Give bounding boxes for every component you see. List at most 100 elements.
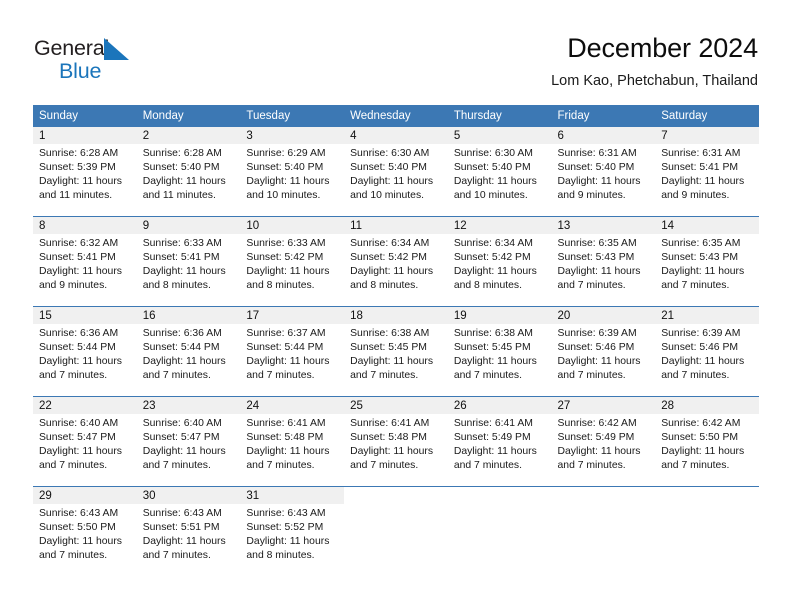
daylight-text-line2: and 9 minutes. <box>39 280 108 292</box>
daylight-text-line1: Daylight: 11 hours <box>557 176 641 188</box>
day-number: 24 <box>240 397 345 414</box>
calendar-day-cell[interactable]: 30 Sunrise: 6:43 AM Sunset: 5:51 PM Dayligh… <box>136 486 241 576</box>
sunset-text: Sunset: 5:47 PM <box>39 432 116 444</box>
daylight-text-line1: Daylight: 11 hours <box>661 446 745 458</box>
calendar-day-cell[interactable]: 9 Sunrise: 6:33 AM Sunset: 5:41 PM Daylight… <box>136 216 241 307</box>
daylight-text-line1: Daylight: 11 hours <box>39 446 122 458</box>
sunrise-text: Sunrise: 6:34 AM <box>350 238 430 249</box>
weekday-header-friday: Friday <box>551 105 656 127</box>
daylight-text-line2: and 7 minutes. <box>142 460 211 472</box>
sunrise-text: Sunrise: 6:41 AM <box>350 418 430 429</box>
weekday-header-monday: Monday <box>136 105 241 127</box>
daylight-text-line2: and 7 minutes. <box>557 280 626 292</box>
weekday-header-tuesday: Tuesday <box>240 105 345 127</box>
day-number: 26 <box>447 397 552 414</box>
daylight-text-line2: and 10 minutes. <box>453 190 528 202</box>
calendar-day-cell[interactable]: 19 Sunrise: 6:38 AM Sunset: 5:45 PM Dayligh… <box>447 306 552 397</box>
calendar-day-cell[interactable]: 4 Sunrise: 6:30 AM Sunset: 5:40 PM Daylight… <box>344 127 448 217</box>
sunset-text: Sunset: 5:43 PM <box>557 252 635 264</box>
daylight-text-line1: Daylight: 11 hours <box>246 446 330 458</box>
sunrise-text: Sunrise: 6:33 AM <box>142 238 222 249</box>
sunset-text: Sunset: 5:41 PM <box>142 252 220 264</box>
calendar-day-cell[interactable]: 25 Sunrise: 6:41 AM Sunset: 5:48 PM Dayligh… <box>344 396 448 487</box>
weekday-header-sunday: Sunday <box>33 105 137 127</box>
daylight-text-line2: and 7 minutes. <box>557 460 626 472</box>
day-number: 17 <box>240 307 345 324</box>
day-sun-info: Sunrise: 6:38 AM Sunset: 5:45 PM Daylight:… <box>448 324 552 383</box>
calendar-day-cell[interactable]: 22 Sunrise: 6:40 AM Sunset: 5:47 PM Dayligh… <box>33 396 137 487</box>
sunrise-text: Sunrise: 6:42 AM <box>557 418 637 429</box>
daylight-text-line1: Daylight: 11 hours <box>661 356 745 368</box>
sunrise-text: Sunrise: 6:42 AM <box>661 418 741 429</box>
calendar-day-cell[interactable]: 2 Sunrise: 6:28 AM Sunset: 5:40 PM Daylight… <box>136 127 241 217</box>
calendar-day-cell[interactable]: 17 Sunrise: 6:37 AM Sunset: 5:44 PM Dayligh… <box>240 306 345 397</box>
calendar-day-cell[interactable]: 26 Sunrise: 6:41 AM Sunset: 5:49 PM Dayligh… <box>447 396 552 487</box>
daylight-text-line1: Daylight: 11 hours <box>350 356 434 368</box>
sunrise-text: Sunrise: 6:37 AM <box>246 328 326 339</box>
calendar-day-cell[interactable]: 5 Sunrise: 6:30 AM Sunset: 5:40 PM Daylight… <box>447 127 552 217</box>
daylight-text-line1: Daylight: 11 hours <box>350 446 434 458</box>
day-sun-info: Sunrise: 6:41 AM Sunset: 5:48 PM Daylight:… <box>240 414 344 473</box>
calendar-day-cell[interactable]: 15 Sunrise: 6:36 AM Sunset: 5:44 PM Dayligh… <box>33 306 137 397</box>
calendar-day-cell[interactable]: 13 Sunrise: 6:35 AM Sunset: 5:43 PM Dayligh… <box>551 216 656 307</box>
daylight-text-line2: and 10 minutes. <box>246 190 321 202</box>
day-cell-inner: 30 Sunrise: 6:43 AM Sunset: 5:51 PM Dayligh… <box>136 487 241 576</box>
calendar-day-cell[interactable]: 11 Sunrise: 6:34 AM Sunset: 5:42 PM Dayligh… <box>344 216 448 307</box>
calendar-day-cell[interactable]: 7 Sunrise: 6:31 AM Sunset: 5:41 PM Daylight… <box>655 127 759 217</box>
day-cell-inner: 29 Sunrise: 6:43 AM Sunset: 5:50 PM Dayligh… <box>33 487 137 576</box>
daylight-text-line1: Daylight: 11 hours <box>246 356 330 368</box>
calendar-day-cell[interactable]: 16 Sunrise: 6:36 AM Sunset: 5:44 PM Dayligh… <box>136 306 241 397</box>
calendar-day-cell[interactable]: 31 Sunrise: 6:43 AM Sunset: 5:52 PM Dayligh… <box>240 486 345 576</box>
calendar-page: General Blue December 2024 Lom Kao, Phet… <box>0 0 792 612</box>
day-number: 1 <box>33 127 137 144</box>
calendar-day-cell[interactable]: 18 Sunrise: 6:38 AM Sunset: 5:45 PM Dayligh… <box>344 306 448 397</box>
daylight-text-line1: Daylight: 11 hours <box>39 356 122 368</box>
calendar-day-cell[interactable]: 12 Sunrise: 6:34 AM Sunset: 5:42 PM Dayligh… <box>447 216 552 307</box>
sunrise-text: Sunrise: 6:41 AM <box>453 418 533 429</box>
calendar-day-cell[interactable]: 14 Sunrise: 6:35 AM Sunset: 5:43 PM Dayligh… <box>655 216 759 307</box>
sunset-text: Sunset: 5:41 PM <box>39 252 116 264</box>
day-sun-info: Sunrise: 6:28 AM Sunset: 5:39 PM Daylight:… <box>33 144 137 203</box>
sunset-text: Sunset: 5:41 PM <box>661 162 739 174</box>
generalblue-logo[interactable]: General Blue <box>34 36 214 88</box>
daylight-text-line1: Daylight: 11 hours <box>142 536 226 548</box>
sunset-text: Sunset: 5:46 PM <box>557 342 635 354</box>
sunrise-text: Sunrise: 6:35 AM <box>661 238 741 249</box>
calendar-week-row: 22 Sunrise: 6:40 AM Sunset: 5:47 PM Dayligh… <box>33 396 759 487</box>
day-sun-info: Sunrise: 6:28 AM Sunset: 5:40 PM Daylight:… <box>137 144 241 203</box>
day-cell-inner <box>552 487 656 576</box>
calendar-day-cell[interactable]: 10 Sunrise: 6:33 AM Sunset: 5:42 PM Dayligh… <box>240 216 345 307</box>
day-number: 18 <box>344 307 448 324</box>
sunrise-text: Sunrise: 6:43 AM <box>39 508 119 519</box>
day-cell-inner: 26 Sunrise: 6:41 AM Sunset: 5:49 PM Dayligh… <box>447 397 552 486</box>
sunrise-text: Sunrise: 6:36 AM <box>142 328 222 339</box>
page-title: December 2024 <box>567 33 758 63</box>
daylight-text-line1: Daylight: 11 hours <box>350 266 434 278</box>
calendar-day-cell[interactable]: 6 Sunrise: 6:31 AM Sunset: 5:40 PM Daylight… <box>551 127 656 217</box>
day-sun-info: Sunrise: 6:29 AM Sunset: 5:40 PM Daylight:… <box>240 144 344 203</box>
day-sun-info: Sunrise: 6:39 AM Sunset: 5:46 PM Daylight:… <box>552 324 656 383</box>
calendar-day-cell[interactable]: 20 Sunrise: 6:39 AM Sunset: 5:46 PM Dayligh… <box>551 306 656 397</box>
sunrise-text: Sunrise: 6:30 AM <box>350 148 430 159</box>
daylight-text-line1: Daylight: 11 hours <box>557 266 641 278</box>
day-number: 9 <box>136 217 241 234</box>
calendar-day-cell[interactable]: 21 Sunrise: 6:39 AM Sunset: 5:46 PM Dayligh… <box>655 306 759 397</box>
calendar-day-cell[interactable]: 3 Sunrise: 6:29 AM Sunset: 5:40 PM Daylight… <box>240 127 345 217</box>
day-number: 13 <box>551 217 656 234</box>
day-sun-info: Sunrise: 6:34 AM Sunset: 5:42 PM Daylight:… <box>344 234 448 293</box>
daylight-text-line2: and 9 minutes. <box>557 190 626 202</box>
day-cell-inner: 8 Sunrise: 6:32 AM Sunset: 5:41 PM Daylight… <box>33 217 137 306</box>
sunset-text: Sunset: 5:49 PM <box>557 432 635 444</box>
daylight-text-line2: and 11 minutes. <box>142 190 216 202</box>
calendar-day-cell[interactable]: 27 Sunrise: 6:42 AM Sunset: 5:49 PM Dayligh… <box>551 396 656 487</box>
sunrise-text: Sunrise: 6:33 AM <box>246 238 326 249</box>
daylight-text-line1: Daylight: 11 hours <box>661 176 745 188</box>
calendar-day-cell[interactable]: 24 Sunrise: 6:41 AM Sunset: 5:48 PM Dayligh… <box>240 396 345 487</box>
day-cell-inner: 19 Sunrise: 6:38 AM Sunset: 5:45 PM Dayligh… <box>447 307 552 396</box>
calendar-day-cell[interactable]: 8 Sunrise: 6:32 AM Sunset: 5:41 PM Daylight… <box>33 216 137 307</box>
calendar-day-cell[interactable]: 1 Sunrise: 6:28 AM Sunset: 5:39 PM Daylight… <box>33 127 137 217</box>
calendar-day-cell[interactable]: 29 Sunrise: 6:43 AM Sunset: 5:50 PM Dayligh… <box>33 486 137 576</box>
daylight-text-line2: and 7 minutes. <box>453 370 522 382</box>
calendar-day-cell[interactable]: 23 Sunrise: 6:40 AM Sunset: 5:47 PM Dayligh… <box>136 396 241 487</box>
calendar-day-cell[interactable]: 28 Sunrise: 6:42 AM Sunset: 5:50 PM Dayligh… <box>655 396 759 487</box>
